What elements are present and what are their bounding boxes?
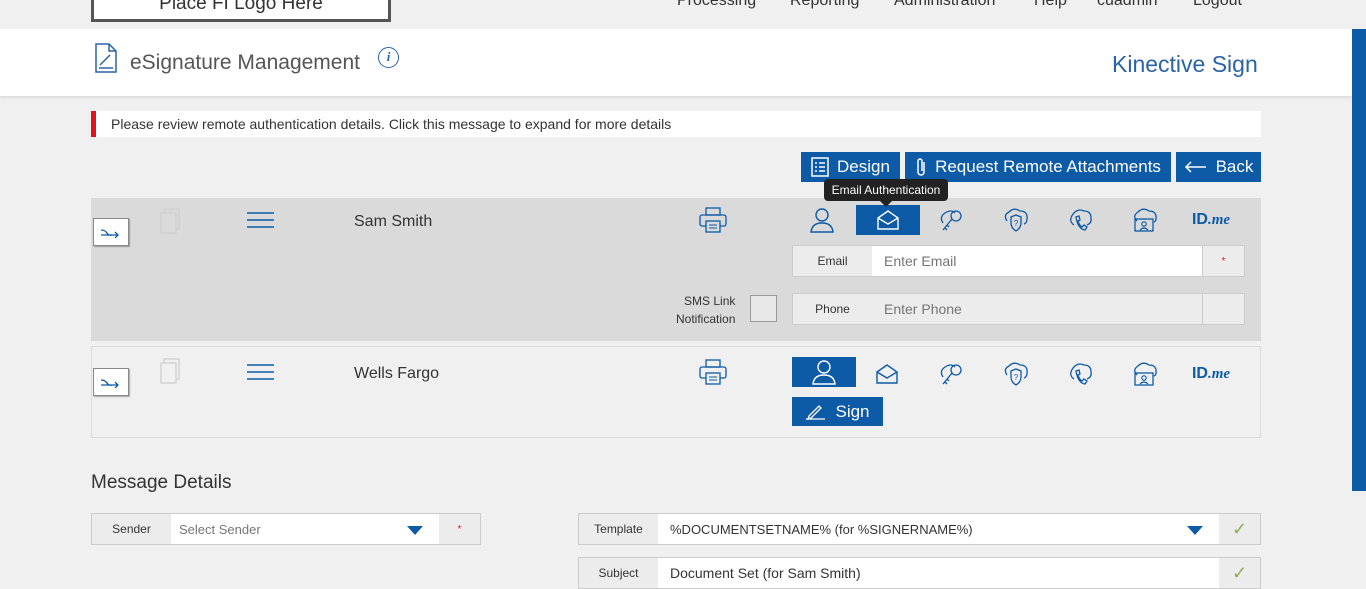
- sign-button[interactable]: Sign: [792, 397, 883, 426]
- svg-text:?: ?: [1014, 219, 1019, 228]
- sms-notification-label: SMS Link Notification: [676, 294, 736, 326]
- document-stack-icon: [160, 208, 180, 234]
- email-label: Email: [792, 245, 873, 277]
- email-input[interactable]: [872, 245, 1203, 277]
- sender-select[interactable]: Select Sender: [171, 513, 440, 545]
- route-button[interactable]: [93, 218, 129, 246]
- question-shield-auth-icon[interactable]: ?: [984, 205, 1048, 235]
- check-icon: ✓: [1231, 562, 1248, 583]
- key-auth-icon[interactable]: [919, 359, 983, 389]
- sender-label: Sender: [91, 513, 172, 545]
- phone-auth-icon[interactable]: [1048, 205, 1112, 235]
- subject-label: Subject: [578, 557, 659, 589]
- svg-text:?: ?: [1014, 373, 1019, 382]
- user-auth-icon[interactable]: [792, 357, 856, 387]
- sender-placeholder: Select Sender: [179, 521, 261, 537]
- signer-name: Sam Smith: [354, 213, 433, 230]
- pen-icon: [806, 404, 826, 420]
- nav-user[interactable]: cuadmin: [1097, 0, 1157, 10]
- key-auth-icon[interactable]: [919, 205, 983, 235]
- logo-placeholder: Place FI Logo Here: [91, 0, 391, 22]
- idme-auth-icon[interactable]: ID.me: [1179, 359, 1243, 389]
- scrollbar[interactable]: [1352, 29, 1366, 491]
- document-stack-icon: [160, 358, 180, 384]
- nav-reporting[interactable]: Reporting: [790, 0, 859, 10]
- page-header: eSignature Management i Kinective Sign: [0, 29, 1352, 96]
- menu-icon[interactable]: [247, 364, 274, 380]
- nav-logout[interactable]: Logout: [1193, 0, 1242, 10]
- sender-required-indicator: *: [439, 513, 481, 545]
- phone-addon: [1203, 293, 1245, 325]
- menu-icon[interactable]: [247, 212, 274, 228]
- request-attachments-button[interactable]: Request Remote Attachments: [905, 152, 1171, 182]
- brand-name: Kinective Sign: [1112, 51, 1258, 77]
- user-auth-icon[interactable]: [790, 205, 854, 235]
- request-attachments-label: Request Remote Attachments: [935, 157, 1161, 176]
- email-auth-icon[interactable]: [855, 359, 919, 389]
- template-value: %DOCUMENTSETNAME% (for %SIGNERNAME%): [670, 521, 973, 537]
- nav-processing[interactable]: Processing: [677, 0, 756, 10]
- signer-row: Wells Fargo ? ID.me: [91, 346, 1261, 438]
- sign-label: Sign: [835, 401, 870, 421]
- back-button[interactable]: Back: [1176, 152, 1261, 182]
- phone-label: Phone: [792, 293, 873, 325]
- nav-help[interactable]: Help: [1034, 0, 1067, 10]
- page-title: eSignature Management: [130, 51, 360, 74]
- route-arrow-icon: [100, 229, 119, 238]
- remote-auth-alert[interactable]: Please review remote authentication deta…: [91, 111, 1261, 137]
- sms-notification-checkbox[interactable]: [750, 295, 777, 322]
- subject-input[interactable]: [658, 557, 1220, 589]
- route-arrow-icon: [100, 379, 119, 388]
- top-navigation: Place FI Logo Here Processing Reporting …: [0, 0, 1366, 29]
- subject-valid-indicator: ✓: [1219, 557, 1261, 589]
- paperclip-icon: [917, 158, 925, 176]
- signer-row: Sam Smith ? ID.me Email * SMS Link Notif…: [91, 198, 1261, 341]
- message-details-title: Message Details: [91, 472, 232, 493]
- chevron-down-icon: [407, 526, 423, 535]
- checklist-icon: [811, 157, 829, 177]
- design-label: Design: [837, 157, 890, 176]
- info-icon[interactable]: i: [378, 47, 399, 68]
- arrow-left-icon: [1184, 161, 1206, 173]
- template-label: Template: [578, 513, 659, 545]
- email-required-indicator: *: [1203, 245, 1245, 277]
- printer-icon[interactable]: [699, 207, 727, 233]
- document-sign-icon: [95, 43, 117, 73]
- phone-input[interactable]: [872, 293, 1203, 325]
- back-label: Back: [1215, 157, 1254, 176]
- question-shield-auth-icon[interactable]: ?: [984, 359, 1048, 389]
- email-auth-tooltip: Email Authentication: [824, 179, 948, 207]
- nav-administration[interactable]: Administration: [894, 0, 995, 10]
- printer-icon[interactable]: [699, 359, 727, 385]
- template-select[interactable]: %DOCUMENTSETNAME% (for %SIGNERNAME%): [658, 513, 1220, 545]
- route-button[interactable]: [93, 368, 129, 396]
- check-icon: ✓: [1231, 518, 1248, 539]
- signer-name: Wells Fargo: [354, 365, 440, 382]
- id-card-auth-icon[interactable]: [1113, 205, 1177, 235]
- design-button[interactable]: Design: [801, 152, 900, 182]
- template-valid-indicator: ✓: [1219, 513, 1261, 545]
- chevron-down-icon: [1187, 526, 1203, 535]
- phone-auth-icon[interactable]: [1048, 359, 1112, 389]
- idme-auth-icon[interactable]: ID.me: [1179, 205, 1243, 235]
- id-card-auth-icon[interactable]: [1113, 359, 1177, 389]
